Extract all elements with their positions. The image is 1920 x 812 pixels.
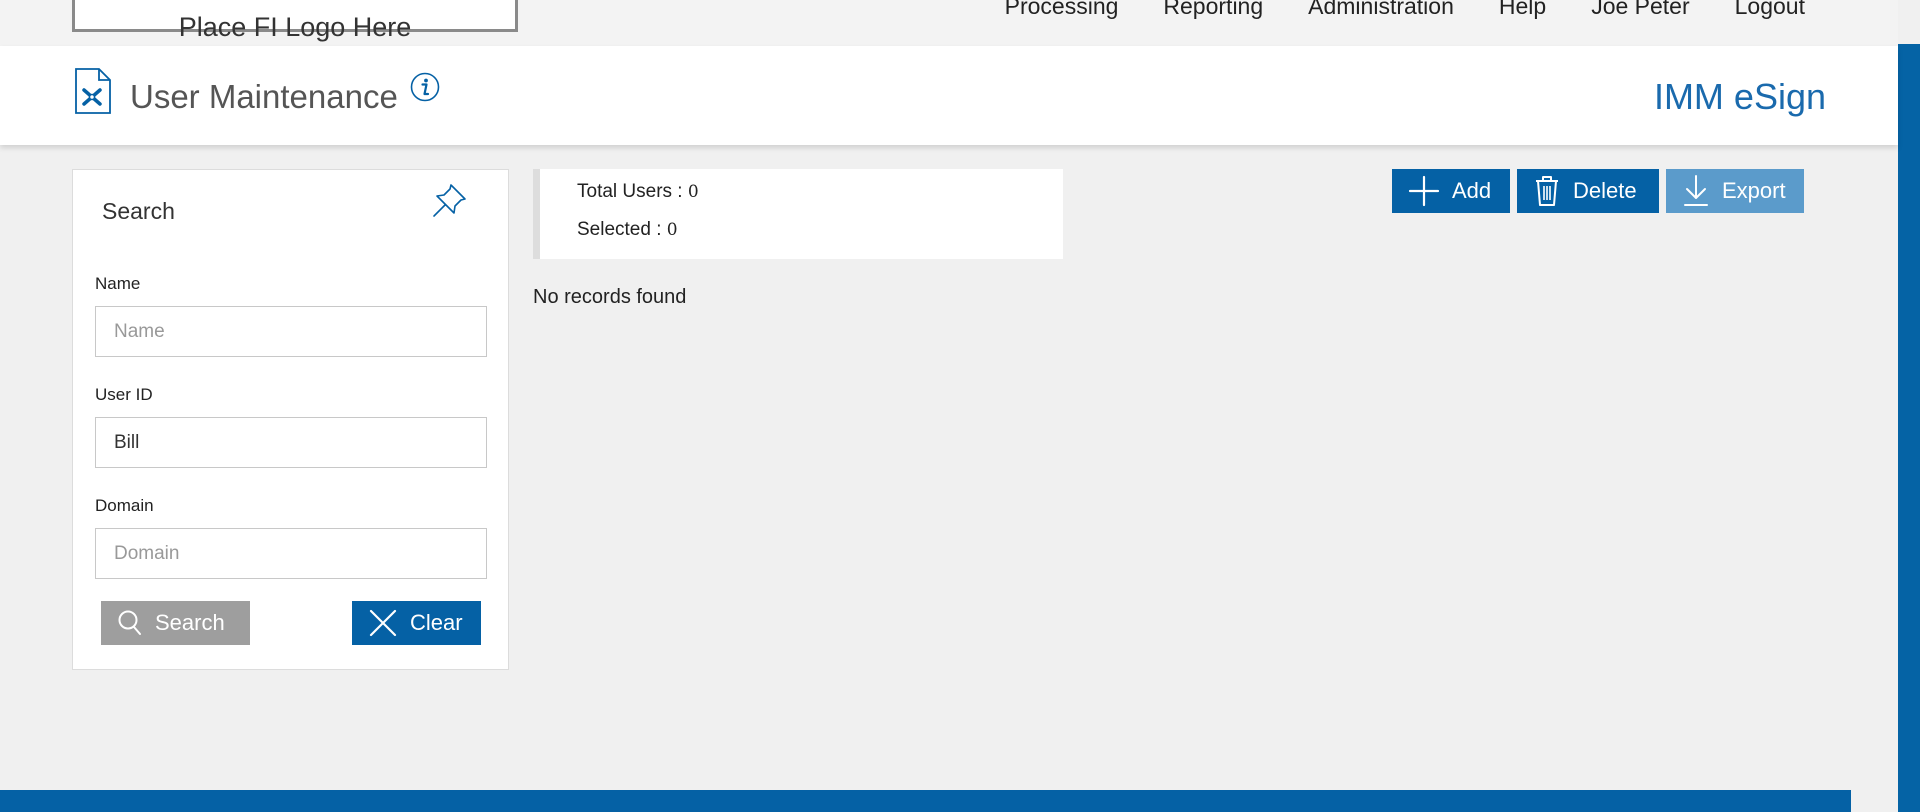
clear-button-label: Clear [410,610,463,635]
footer-bar [0,790,1851,812]
search-panel: Search Name User ID Domain Search Clear [72,169,509,670]
search-button-label: Search [155,610,225,635]
delete-button[interactable]: Delete [1517,169,1659,213]
user-id-label: User ID [95,385,153,404]
total-users-count: 0 [687,182,699,202]
search-icon [118,610,141,635]
selected-users: Selected : 0 [577,219,678,241]
nav-item-administration[interactable]: Administration [1308,0,1454,19]
page-title: User Maintenance [130,78,398,115]
total-users-label: Total Users : [577,181,688,202]
logo-placeholder: Place FI Logo Here [72,0,518,42]
selected-users-label: Selected : [577,219,667,240]
delete-button-label: Delete [1573,178,1637,203]
no-records-message: No records found [533,286,687,308]
info-icon[interactable] [410,72,440,107]
nav-item-logout[interactable]: Logout [1735,0,1805,19]
domain-label: Domain [95,496,154,515]
logo-text: Place FI Logo Here [178,12,412,42]
nav-item-reporting[interactable]: Reporting [1163,0,1263,19]
export-button-label: Export [1722,178,1786,203]
search-panel-title: Search [102,198,175,224]
nav-item-help[interactable]: Help [1499,0,1546,19]
add-button[interactable]: Add [1392,169,1510,213]
user-id-input[interactable] [95,417,487,468]
name-input[interactable] [95,306,487,357]
results-summary: Total Users : 0 Selected : 0 [533,169,1063,259]
document-tools-icon [74,68,112,119]
page-header: User Maintenance IMM eSign [0,46,1898,145]
close-icon [369,609,397,637]
domain-input[interactable] [95,528,487,579]
total-users: Total Users : 0 [577,181,699,203]
selected-users-count: 0 [666,220,678,240]
plus-icon [1408,175,1440,207]
pin-icon[interactable] [430,180,470,225]
download-icon [1684,175,1708,206]
clear-button[interactable]: Clear [352,601,481,645]
name-label: Name [95,274,141,293]
right-accent-bar [1898,44,1920,812]
main-nav: Processing Reporting Administration Help… [1005,0,1805,22]
add-button-label: Add [1452,178,1492,203]
trash-icon [1536,176,1558,206]
export-button[interactable]: Export [1666,169,1804,213]
top-navigation-bar: Place FI Logo Here Processing Reporting … [0,0,1898,46]
brand-name: IMM eSign [1653,76,1826,117]
nav-item-processing[interactable]: Processing [1005,0,1119,19]
search-button[interactable]: Search [101,601,250,645]
nav-item-user-name[interactable]: Joe Peter [1591,0,1689,19]
